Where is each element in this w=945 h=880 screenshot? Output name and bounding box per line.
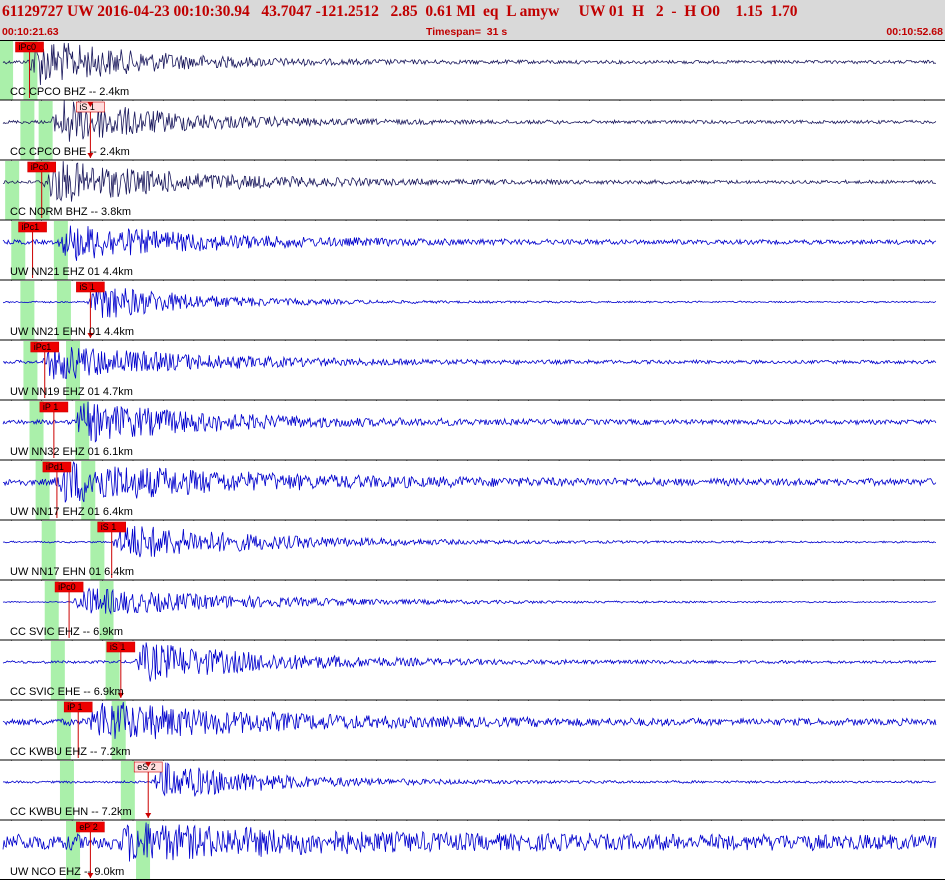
trace-row: iS 1 UW NN21 EHN 01 4.4km	[0, 279, 945, 340]
event-header: 61129727 UW 2016-04-23 00:10:30.94 43.70…	[0, 0, 945, 41]
waveform	[2, 702, 937, 740]
station-label: UW NN17 EHZ 01 6.4km	[10, 506, 133, 518]
station-label: CC KWBU EHZ -- 7.2km	[10, 746, 130, 758]
pick-label: iPd1	[46, 462, 64, 472]
station-label: CC CPCO BHZ -- 2.4km	[10, 86, 129, 98]
waveform	[2, 100, 937, 142]
seismogram-panel[interactable]: iPc0 CC CPCO BHZ -- 2.4km iS 1 CC CPCO BHE …	[0, 40, 945, 880]
station-label: UW NCO EHZ -- 9.0km	[10, 866, 124, 878]
pick-label: iP 1	[67, 702, 82, 712]
waveform	[2, 642, 937, 682]
trace-row: iPc0 CC SVIC EHZ -- 6.9km	[0, 579, 945, 640]
pick-label: iS 1	[79, 102, 95, 112]
station-label: CC SVIC EHE -- 6.9km	[10, 686, 124, 698]
pick-label: iPc0	[58, 582, 76, 592]
timespan-label: Timespan= 31 s	[426, 26, 508, 38]
trace-row: iPc1 UW NN19 EHZ 01 4.7km	[0, 339, 945, 400]
station-label: UW NN19 EHZ 01 4.7km	[10, 386, 133, 398]
station-label: CC KWBU EHN -- 7.2km	[10, 806, 132, 818]
end-time: 00:10:52.68	[886, 26, 943, 38]
waveform	[2, 461, 937, 503]
pick-label: iPc1	[22, 222, 40, 232]
waveform	[3, 342, 937, 380]
trace-row: iP 1 UW NN32 EHZ 01 6.1km	[0, 399, 945, 460]
waveform	[2, 587, 936, 615]
trace-row: eP 2UW NCO EHZ -- 9.0km	[0, 819, 945, 880]
trace-row: iS 1 CC SVIC EHE -- 6.9km	[0, 639, 945, 700]
trace-row: iPc1 UW NN21 EHZ 01 4.4km	[0, 219, 945, 280]
station-label: UW NN21 EHZ 01 4.4km	[10, 266, 133, 278]
pick-label: iPc0	[19, 42, 37, 52]
pick-label: iP 1	[43, 402, 58, 412]
pick-label: iS 1	[110, 642, 126, 652]
pick-label: iPc1	[34, 342, 52, 352]
trace-row: iP 1 CC KWBU EHZ -- 7.2km	[0, 699, 945, 760]
trace-row: eS 2CC KWBU EHN -- 7.2km	[0, 759, 945, 820]
trace-row: iS 1 CC CPCO BHE -- 2.4km	[0, 99, 945, 160]
station-label: CC NORM BHZ -- 3.8km	[10, 206, 131, 218]
station-label: UW NN17 EHN 01 6.4km	[10, 566, 134, 578]
waveform	[2, 225, 937, 261]
trace-row: iPd1 UW NN17 EHZ 01 6.4km	[0, 459, 945, 520]
event-summary: 61129727 UW 2016-04-23 00:10:30.94 43.70…	[2, 3, 798, 20]
waveform	[2, 42, 937, 86]
trace-row: iPc0 CC CPCO BHZ -- 2.4km	[0, 40, 945, 100]
waveform	[2, 401, 937, 443]
station-label: CC CPCO BHE -- 2.4km	[10, 146, 130, 158]
trace-row: iS 1 UW NN17 EHN 01 6.4km	[0, 519, 945, 580]
waveform	[2, 161, 936, 202]
start-time: 00:10:21.63	[2, 26, 59, 38]
pick-label: iPc0	[31, 162, 49, 172]
station-label: UW NN21 EHN 01 4.4km	[10, 326, 134, 338]
waveform	[2, 284, 937, 318]
pick-label: iS 1	[101, 522, 117, 532]
polarity-marker-icon	[145, 813, 152, 818]
waveform	[2, 525, 937, 558]
trace-row: iPc0 CC NORM BHZ -- 3.8km	[0, 159, 945, 220]
station-label: CC SVIC EHZ -- 6.9km	[10, 626, 123, 638]
pick-label: iS 1	[79, 282, 95, 292]
station-label: UW NN32 EHZ 01 6.1km	[10, 446, 133, 458]
